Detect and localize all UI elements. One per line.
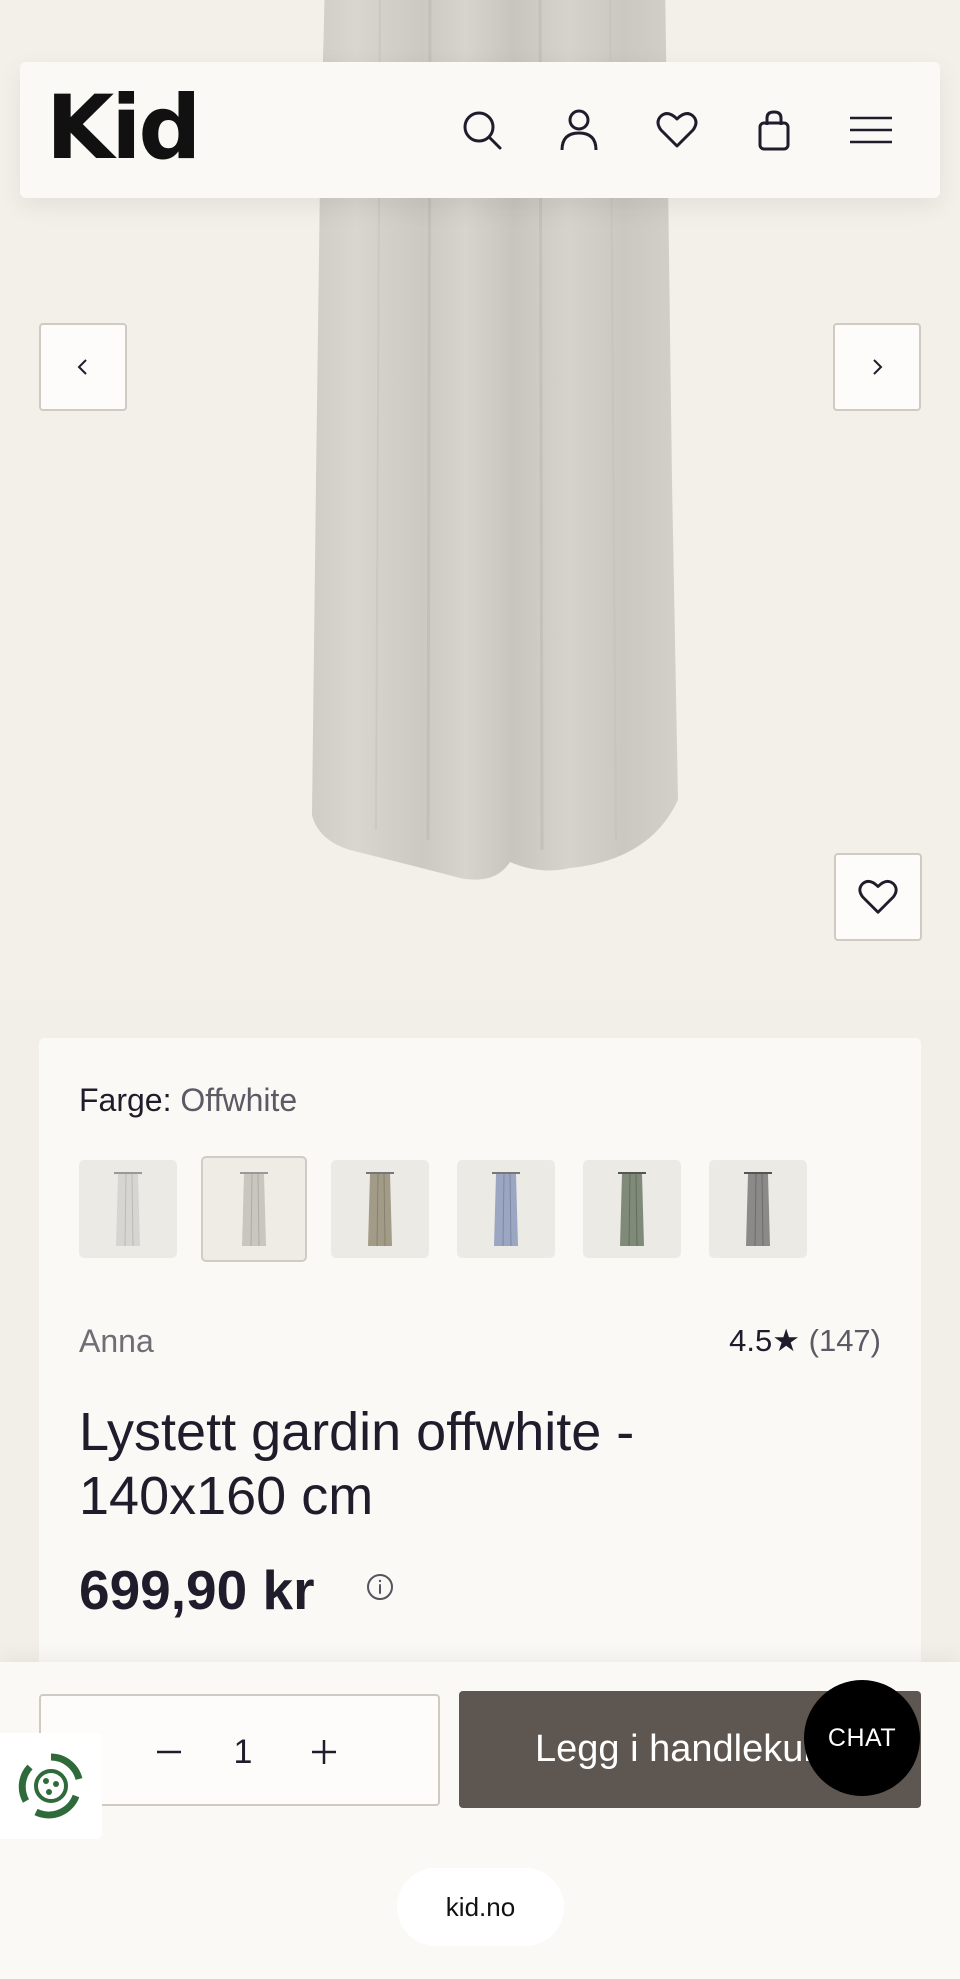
color-value: Offwhite — [180, 1082, 298, 1118]
swatch-offwhite[interactable] — [201, 1156, 307, 1262]
recycle-icon — [18, 1753, 83, 1819]
quantity-value[interactable]: 1 — [223, 1724, 263, 1780]
chat-button[interactable]: CHAT — [804, 1680, 920, 1796]
product-price: 699,90 kr — [79, 1559, 315, 1621]
bag-icon[interactable] — [746, 102, 802, 158]
swatch-beige[interactable] — [331, 1160, 429, 1258]
info-icon[interactable] — [365, 1572, 395, 1602]
swatch-white[interactable] — [79, 1160, 177, 1258]
search-icon[interactable] — [454, 102, 510, 158]
chevron-left-icon — [77, 359, 87, 375]
product-rating[interactable]: 4.5★ (147) — [729, 1323, 881, 1359]
add-to-favorites-button[interactable] — [834, 853, 922, 941]
color-swatches — [79, 1156, 807, 1262]
color-label: Farge: — [79, 1082, 172, 1118]
swatch-grey[interactable] — [709, 1160, 807, 1258]
eco-badge[interactable] — [0, 1733, 102, 1839]
prev-image-button[interactable] — [39, 323, 127, 411]
swatch-blue[interactable] — [457, 1160, 555, 1258]
plus-icon — [312, 1740, 336, 1764]
chevron-right-icon — [873, 359, 883, 375]
swatch-green[interactable] — [583, 1160, 681, 1258]
review-count: (147) — [808, 1323, 881, 1358]
star-icon: ★ — [772, 1323, 800, 1358]
heart-icon[interactable] — [649, 102, 705, 158]
menu-icon[interactable] — [843, 102, 899, 158]
increase-quantity-button[interactable] — [296, 1724, 352, 1780]
product-info-card: Farge: Offwhite Anna 4.5★ (147) Lystett … — [39, 1038, 921, 1718]
heart-icon — [858, 879, 898, 914]
decrease-quantity-button[interactable] — [141, 1724, 197, 1780]
next-image-button[interactable] — [833, 323, 921, 411]
purchase-bar: 1 Legg i handlekurv CHAT kid.no — [0, 1662, 960, 1979]
site-header: Kid — [20, 62, 940, 198]
account-icon[interactable] — [551, 102, 607, 158]
product-title: Lystett gardin offwhite - 140x160 cm — [79, 1402, 635, 1526]
kid-logo[interactable]: Kid — [46, 78, 201, 178]
product-brand[interactable]: Anna — [79, 1323, 154, 1360]
minus-icon — [157, 1750, 181, 1754]
color-selector-label: Farge: Offwhite — [79, 1082, 297, 1119]
rating-value: 4.5 — [729, 1323, 773, 1358]
site-url-pill[interactable]: kid.no — [397, 1868, 564, 1946]
